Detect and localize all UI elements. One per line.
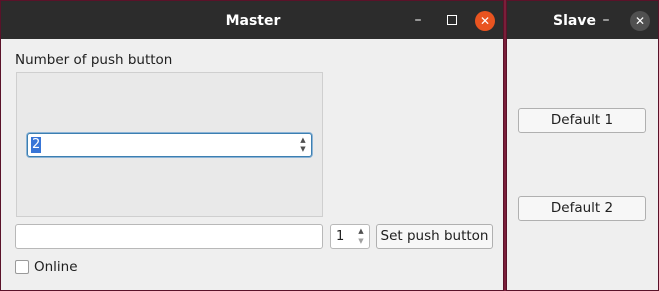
slave-titlebar[interactable]: Slave – ✕ [507,1,658,39]
number-spinbox-arrows[interactable]: ▲ ▼ [297,136,309,154]
number-spinbox[interactable]: 2 ▲ ▼ [27,133,312,157]
spin-up-icon[interactable]: ▲ [297,136,309,145]
push-button-groupbox: 2 ▲ ▼ [16,72,323,217]
number-of-push-button-label: Number of push button [15,52,173,68]
master-titlebar[interactable]: Master – ✕ [1,1,503,39]
slave-title: Slave [553,13,596,29]
button-index-spinbox[interactable]: 1 ▲ ▼ [330,224,370,249]
minimize-icon[interactable]: – [408,10,428,30]
maximize-icon[interactable] [442,10,462,30]
set-push-button[interactable]: Set push button [376,224,493,249]
close-icon[interactable]: ✕ [475,11,495,31]
spin-up-icon[interactable]: ▲ [355,227,367,236]
slave-window: Slave – ✕ Default 1 Default 2 [506,0,659,291]
online-checkbox[interactable] [15,260,29,274]
number-spinbox-value[interactable]: 2 [31,137,42,153]
online-label: Online [34,259,78,275]
minimize-icon[interactable]: – [596,10,616,30]
default-2-button[interactable]: Default 2 [518,196,646,221]
text-input[interactable] [15,224,323,249]
button-index-value[interactable]: 1 [336,229,344,245]
close-icon[interactable]: ✕ [630,11,650,31]
master-title: Master [225,13,281,29]
button-index-arrows[interactable]: ▲ ▼ [355,227,367,246]
default-1-button[interactable]: Default 1 [518,108,646,133]
spin-down-icon[interactable]: ▼ [355,237,367,246]
spin-down-icon[interactable]: ▼ [297,145,309,154]
master-window: Master – ✕ Number of push button 2 ▲ ▼ 1… [0,0,504,291]
